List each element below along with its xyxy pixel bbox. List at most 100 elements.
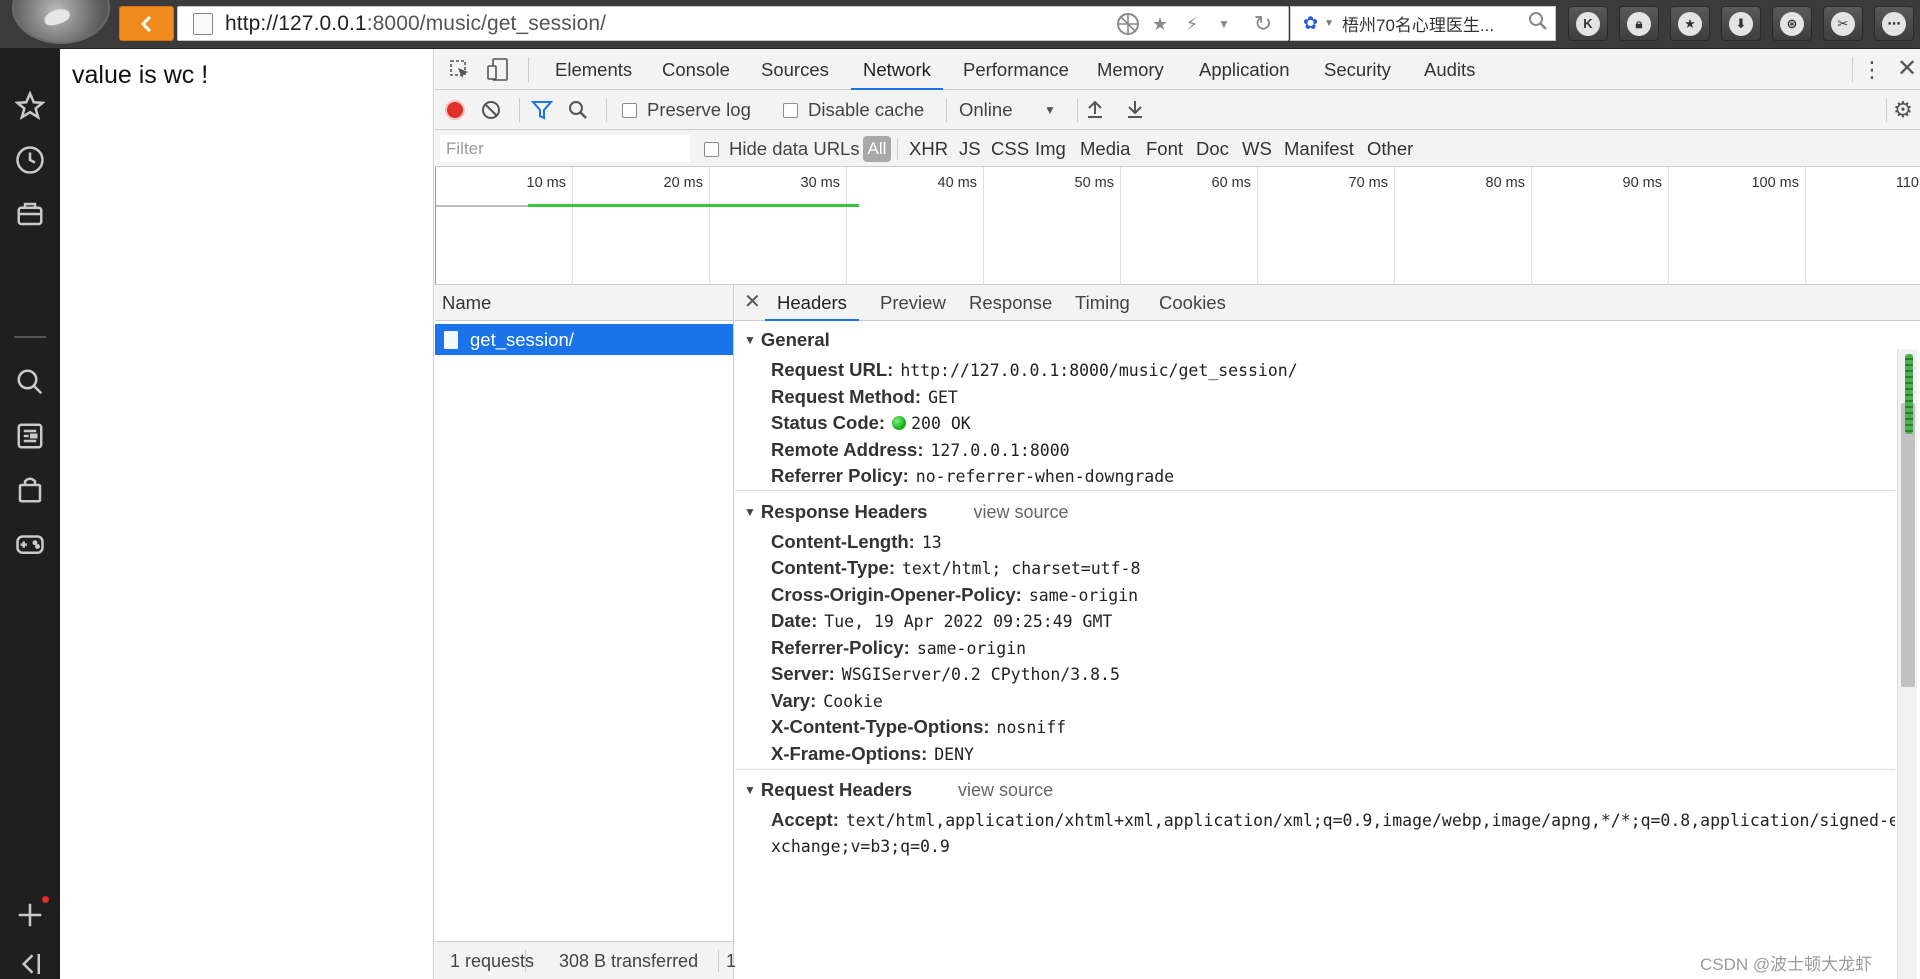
tab-preview[interactable]: Preview (880, 285, 946, 321)
tab-response[interactable]: Response (969, 285, 1052, 321)
device-toolbar-icon[interactable] (487, 58, 509, 87)
shopping-bag-icon[interactable] (13, 473, 47, 507)
extension-k-button[interactable]: K (1568, 6, 1608, 41)
view-source-link[interactable]: view source (973, 502, 1068, 523)
game-button[interactable]: ⊛ (1772, 6, 1812, 41)
filter-type-all[interactable]: All (863, 136, 891, 162)
compat-mode-icon[interactable] (1115, 11, 1141, 37)
hide-data-urls-checkbox[interactable]: Hide data URLs (704, 138, 860, 160)
network-overview-timeline[interactable]: 10 ms 20 ms 30 ms 40 ms 50 ms 60 ms 70 m… (435, 167, 1920, 285)
gamepad-icon: ⊛ (1780, 11, 1804, 36)
response-headers-section-header[interactable]: ▼ Response Headers view source (744, 501, 1069, 523)
tab-audits[interactable]: Audits (1424, 49, 1475, 90)
network-settings-gear-icon[interactable]: ⚙ (1885, 90, 1920, 130)
checkbox-box[interactable] (704, 141, 719, 157)
address-bar[interactable]: http://127.0.0.1:8000/music/get_session/… (177, 6, 1289, 41)
requests-count: 1 requests (450, 951, 535, 971)
lightning-icon[interactable]: ⚡ (1179, 11, 1205, 37)
preserve-log-checkbox[interactable]: Preserve log (622, 99, 751, 121)
timeline-tick-label: 70 ms (1348, 175, 1389, 191)
filter-funnel-icon[interactable] (530, 99, 554, 126)
tab-performance[interactable]: Performance (963, 49, 1069, 90)
filter-input[interactable]: Filter (440, 135, 690, 162)
header-row: Referrer-Policy: same-origin (771, 637, 1026, 659)
filter-type-manifest[interactable]: Manifest (1284, 138, 1354, 160)
scrollbar-thumb[interactable] (1901, 403, 1915, 687)
header-row: Request Method: GET (771, 386, 958, 408)
search-icon[interactable] (567, 99, 589, 126)
filter-type-xhr[interactable]: XHR (909, 138, 948, 160)
header-row: Referrer Policy: no-referrer-when-downgra… (771, 465, 1174, 487)
disable-cache-label: Disable cache (808, 99, 925, 120)
network-toolbar: Preserve log Disable cache Online ▼ ⚙ (435, 90, 1920, 130)
filter-type-font[interactable]: Font (1146, 138, 1183, 160)
devtools-panel: Elements Console Sources Network Perform… (435, 49, 1920, 979)
url-text[interactable]: http://127.0.0.1:8000/music/get_session/ (225, 12, 606, 36)
news-icon[interactable] (13, 419, 47, 453)
favorite-star-icon[interactable]: ★ (1147, 11, 1173, 37)
tab-cookies[interactable]: Cookies (1159, 285, 1226, 321)
header-key: Status Code: (771, 412, 886, 433)
download-button[interactable]: ⬇ (1721, 6, 1761, 41)
disable-cache-checkbox[interactable]: Disable cache (783, 99, 924, 121)
chevron-down-icon[interactable]: ▼ (1211, 11, 1237, 37)
user-avatar[interactable] (12, 0, 110, 44)
search-input[interactable]: 梧州70名心理医生... (1342, 11, 1522, 36)
checkbox-box[interactable] (622, 102, 637, 118)
filter-type-media[interactable]: Media (1080, 138, 1130, 160)
search-icon[interactable] (1528, 11, 1548, 36)
tab-headers[interactable]: Headers (765, 285, 859, 321)
close-detail-icon[interactable]: ✕ (744, 285, 761, 321)
filter-type-other[interactable]: Other (1367, 138, 1413, 160)
filter-type-ws[interactable]: WS (1242, 138, 1272, 160)
refresh-icon[interactable]: ↻ (1250, 11, 1276, 37)
detail-scrollbar[interactable] (1897, 349, 1917, 979)
header-key: Accept: (771, 809, 839, 830)
toolbox-icon[interactable] (13, 197, 47, 231)
view-source-link[interactable]: view source (958, 780, 1053, 801)
devtools-tabbar: Elements Console Sources Network Perform… (435, 49, 1920, 90)
record-icon[interactable] (445, 100, 465, 120)
clear-icon[interactable] (481, 100, 501, 125)
filter-type-js[interactable]: JS (959, 138, 981, 160)
general-section-header[interactable]: ▼ General (744, 329, 830, 351)
export-har-icon[interactable] (1125, 99, 1145, 124)
inspect-element-icon[interactable] (449, 59, 471, 86)
timeline-gridline (846, 167, 847, 285)
add-icon[interactable] (13, 898, 47, 932)
header-key: Referrer-Policy: (771, 637, 910, 658)
tab-sources[interactable]: Sources (761, 49, 829, 90)
bookmark-star-button[interactable]: ★ (1670, 6, 1710, 41)
tab-elements[interactable]: Elements (555, 49, 632, 90)
import-har-icon[interactable] (1085, 99, 1105, 124)
collapse-sidebar-icon[interactable] (13, 947, 47, 979)
tab-timing[interactable]: Timing (1075, 285, 1130, 321)
scissors-button[interactable]: ✂ (1823, 6, 1863, 41)
filter-type-css[interactable]: CSS (991, 138, 1029, 160)
more-button[interactable]: ⋯ (1874, 6, 1914, 41)
favorites-star-icon[interactable] (13, 89, 47, 123)
request-headers-section-header[interactable]: ▼ Request Headers view source (744, 779, 1053, 801)
close-devtools-icon[interactable]: ✕ (1887, 49, 1920, 90)
filter-type-img[interactable]: Img (1035, 138, 1066, 160)
search-engine-chevron-icon[interactable]: ▼ (1324, 18, 1334, 29)
history-clock-icon[interactable] (13, 143, 47, 177)
gamepad-icon[interactable] (13, 527, 47, 561)
request-detail-pane: ✕ Headers Preview Response Timing Cookie… (735, 285, 1920, 979)
lock-button[interactable]: 🔒︎ (1619, 6, 1659, 41)
headers-view: ▼ General Request URL: http://127.0.0.1:8… (735, 321, 1895, 979)
customize-menu-icon[interactable]: ⋮ (1852, 49, 1892, 90)
search-icon[interactable] (13, 365, 47, 399)
search-box[interactable]: ✿ ▼ 梧州70名心理医生... (1290, 6, 1556, 41)
filter-type-doc[interactable]: Doc (1196, 138, 1229, 160)
back-button[interactable] (119, 6, 174, 41)
tab-memory[interactable]: Memory (1097, 49, 1164, 90)
tab-security[interactable]: Security (1324, 49, 1391, 90)
tab-network[interactable]: Network (851, 49, 943, 90)
throttling-select[interactable]: Online ▼ (947, 99, 1072, 121)
tab-console[interactable]: Console (662, 49, 730, 90)
request-row[interactable]: get_session/ (435, 324, 733, 355)
name-column-header[interactable]: Name (435, 285, 734, 321)
checkbox-box[interactable] (783, 102, 798, 118)
tab-application[interactable]: Application (1199, 49, 1290, 90)
